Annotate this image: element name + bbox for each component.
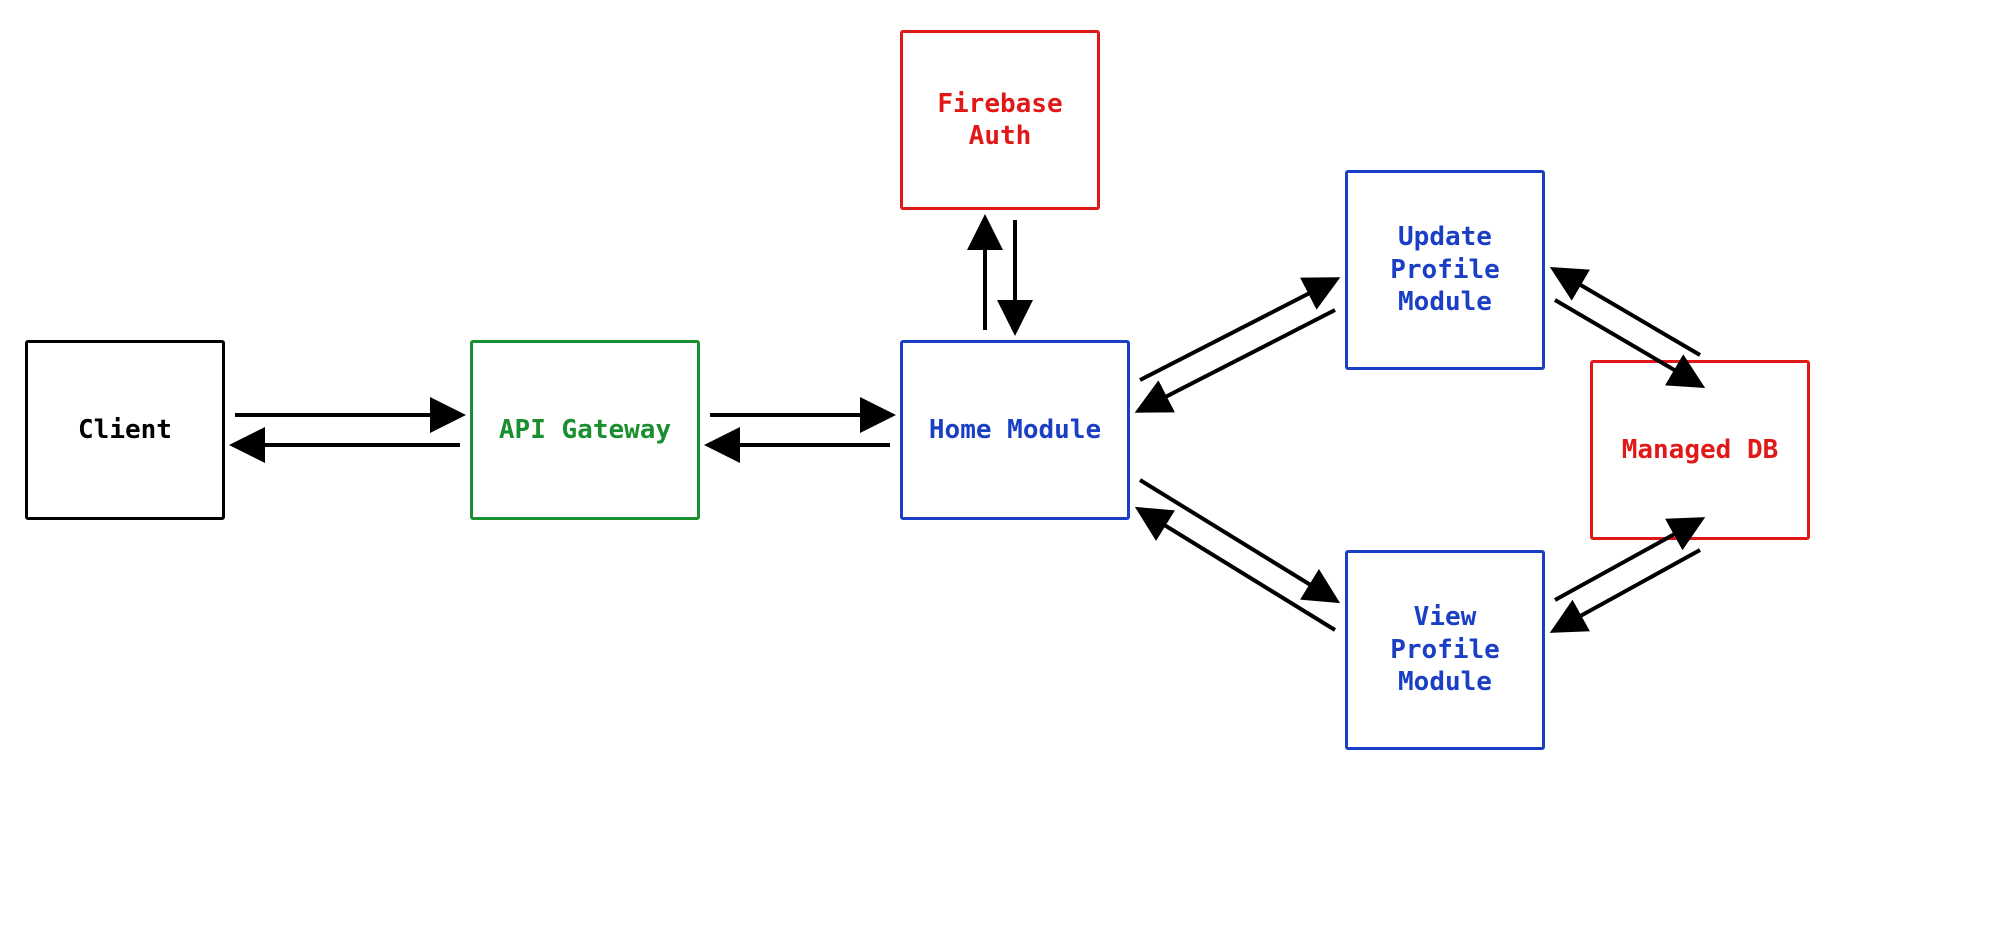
node-firebase-auth: FirebaseAuth bbox=[900, 30, 1100, 210]
edge-home-updateprofile bbox=[1140, 280, 1335, 410]
edge-apigateway-home bbox=[710, 415, 890, 445]
node-api-gateway-label: API Gateway bbox=[499, 414, 671, 447]
node-view-profile-label: ViewProfileModule bbox=[1390, 601, 1500, 699]
node-home-module-label: Home Module bbox=[929, 414, 1101, 447]
node-firebase-auth-label: FirebaseAuth bbox=[937, 88, 1062, 153]
node-update-profile-label: UpdateProfileModule bbox=[1390, 221, 1500, 319]
node-managed-db-label: Managed DB bbox=[1622, 434, 1779, 467]
node-client-label: Client bbox=[78, 414, 172, 447]
node-managed-db: Managed DB bbox=[1590, 360, 1810, 540]
node-home-module: Home Module bbox=[900, 340, 1130, 520]
edge-client-apigateway bbox=[235, 415, 460, 445]
edge-home-firebase bbox=[985, 220, 1015, 330]
node-update-profile: UpdateProfileModule bbox=[1345, 170, 1545, 370]
node-api-gateway: API Gateway bbox=[470, 340, 700, 520]
node-client: Client bbox=[25, 340, 225, 520]
node-view-profile: ViewProfileModule bbox=[1345, 550, 1545, 750]
edge-home-viewprofile bbox=[1140, 480, 1335, 630]
